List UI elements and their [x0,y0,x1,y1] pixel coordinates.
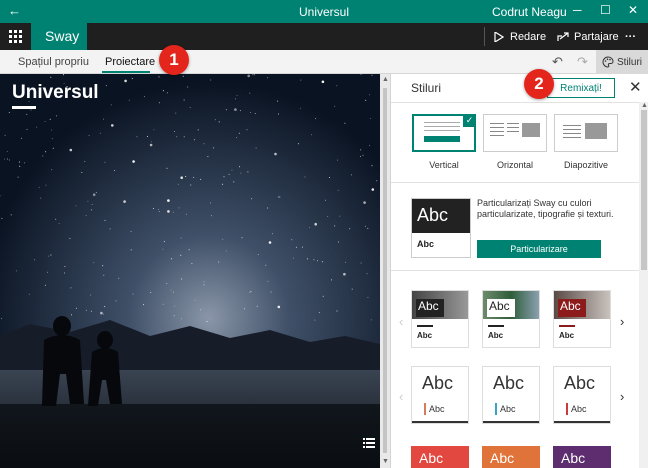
next-themes-icon[interactable]: › [620,314,624,329]
customize-preview-card[interactable]: Abc Abc [411,198,471,258]
palette-icon [602,56,614,68]
theme-tile[interactable]: Abc Abc [482,290,540,348]
tab-bar: Spațiul propriu Proiectare ↶ ↷ Stiluri [0,50,648,74]
app-bar: Sway Redare Partajare ··· [0,23,648,50]
customize-card-body: Abc [417,239,435,249]
theme-tile[interactable]: Abc [411,446,469,468]
styles-panel: Stiluri Remixați! ✕ ✓ Vertical Orizontal… [390,74,648,468]
play-button[interactable]: Redare [494,23,546,50]
maximize-icon[interactable]: ☐ [600,3,611,17]
layout-vertical-label: Vertical [429,160,459,170]
layout-slides-label: Diapozitive [563,160,609,170]
theme-body-sample: Abc [417,331,433,340]
user-name[interactable]: Codrut Neagu [492,5,567,19]
theme-tile[interactable]: Abc Abc [482,366,540,424]
title-bar: ← Universul Codrut Neagu ─ ☐ ✕ [0,0,648,23]
night-sky-image [0,74,380,468]
theme-heading-sample: Abc [487,299,515,317]
waffle-icon [9,30,22,43]
title-accent-line [12,106,36,109]
annotation-badge-1: 1 [159,45,189,75]
panel-scroll-thumb[interactable] [641,110,647,270]
layout-horizontal-label: Orizontal [496,160,533,170]
previous-themes-icon[interactable]: ‹ [399,389,403,404]
theme-heading-sample: Abc [558,299,586,317]
tab-storyline[interactable]: Spațiul propriu [18,56,89,68]
scroll-down-icon[interactable]: ▼ [382,458,389,465]
app-brand: Sway [31,23,87,50]
more-options-icon[interactable]: ··· [625,23,636,50]
previous-themes-icon[interactable]: ‹ [399,314,403,329]
panel-divider [391,102,639,103]
share-button[interactable]: Partajare [557,23,619,50]
tab-design[interactable]: Proiectare [105,56,155,68]
theme-heading-sample: Abc [493,373,525,393]
next-themes-icon[interactable]: › [620,389,624,404]
panel-scrollbar[interactable]: ▲ [639,102,648,468]
customize-description: Particularizați Sway cu culori particula… [477,198,614,219]
annotation-badge-2: 2 [524,69,554,99]
sway-preview-canvas[interactable]: Universul ▲ ▼ [0,74,390,468]
theme-tile[interactable]: Abc Abc [553,366,611,424]
theme-heading-sample: Abc [422,373,454,393]
theme-body-sample: Abc [559,331,575,340]
theme-tile[interactable]: Abc Abc [411,290,469,348]
active-tab-indicator [102,71,150,73]
layout-vertical[interactable]: ✓ [412,114,476,152]
styles-panel-title: Stiluri [411,81,442,95]
scroll-up-icon[interactable]: ▲ [382,76,389,83]
theme-heading-sample: Abc [416,299,444,317]
canvas-scroll-thumb[interactable] [383,88,387,453]
appbar-divider [484,27,485,46]
share-label: Partajare [574,30,619,43]
theme-body-sample: Abc [488,331,504,340]
theme-tile[interactable]: Abc Abc [411,366,469,424]
theme-tile[interactable]: Abc Abc [553,290,611,348]
theme-body-sample: Abc [429,404,445,414]
share-icon [557,32,569,41]
selected-check-icon: ✓ [463,114,476,127]
play-label: Redare [510,30,547,43]
remix-button[interactable]: Remixați! [547,78,615,98]
theme-body-sample: Abc [500,404,516,414]
sway-title[interactable]: Universul [12,82,99,104]
panel-divider [391,182,639,183]
layout-slides[interactable] [554,114,618,152]
theme-tile[interactable]: Abc [553,446,611,468]
theme-heading-sample: Abc [564,373,596,393]
theme-body-sample: Abc [571,404,587,414]
minimize-icon[interactable]: ─ [573,3,582,17]
customize-card-heading: Abc [412,199,470,233]
panel-divider [391,270,639,271]
scroll-up-icon[interactable]: ▲ [641,102,648,109]
customize-button[interactable]: Particularizare [477,240,601,258]
theme-tile[interactable]: Abc [482,446,540,468]
styles-label: Stiluri [617,56,643,68]
canvas-scrollbar[interactable]: ▲ ▼ [380,74,390,468]
layout-horizontal[interactable] [483,114,547,152]
navigation-icon[interactable] [363,438,375,448]
undo-icon[interactable]: ↶ [552,54,563,70]
redo-icon[interactable]: ↷ [577,54,588,70]
close-panel-icon[interactable]: ✕ [629,78,642,96]
styles-button[interactable]: Stiluri [596,50,648,74]
play-icon [494,31,504,42]
app-launcher-button[interactable] [0,23,31,50]
close-window-icon[interactable]: ✕ [628,3,638,17]
